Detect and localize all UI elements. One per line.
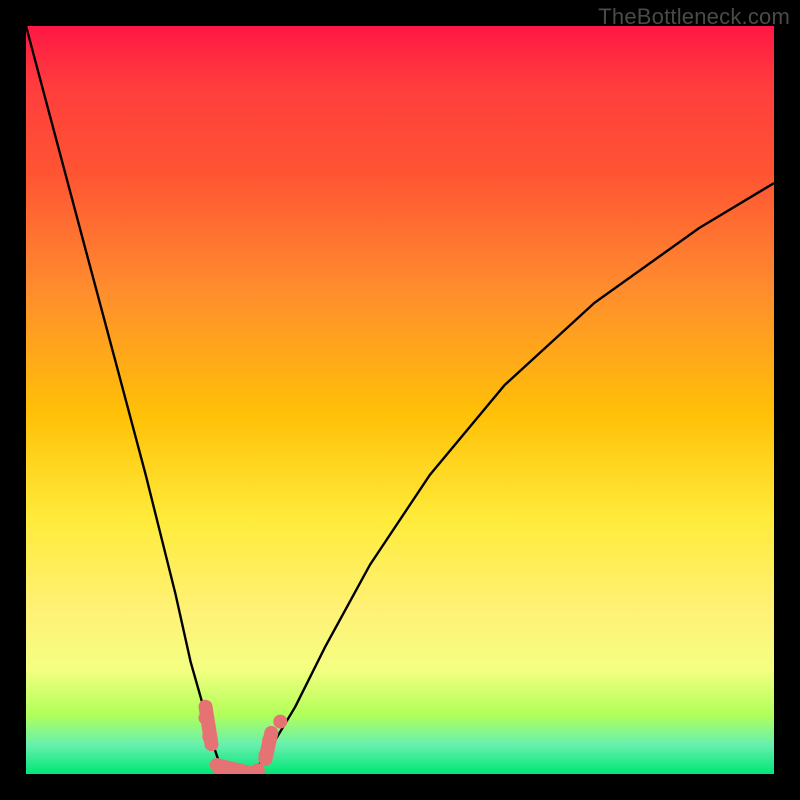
marker-dot xyxy=(251,763,265,774)
marker-dot xyxy=(273,715,287,729)
chart-frame: TheBottleneck.com xyxy=(0,0,800,800)
plot-area xyxy=(26,26,774,774)
marker-dot xyxy=(258,748,272,762)
marker-dot xyxy=(221,767,235,774)
bottleneck-curve-path xyxy=(26,26,774,774)
marker-dot xyxy=(202,730,216,744)
marker-pill xyxy=(217,765,254,774)
marker-dot xyxy=(240,767,254,774)
curve-svg xyxy=(26,26,774,774)
marker-pill xyxy=(206,707,212,744)
marker-pill xyxy=(265,733,271,759)
marker-dot xyxy=(262,733,276,747)
marker-dot xyxy=(199,711,213,725)
curve-markers xyxy=(199,707,288,774)
marker-dot xyxy=(214,763,228,774)
